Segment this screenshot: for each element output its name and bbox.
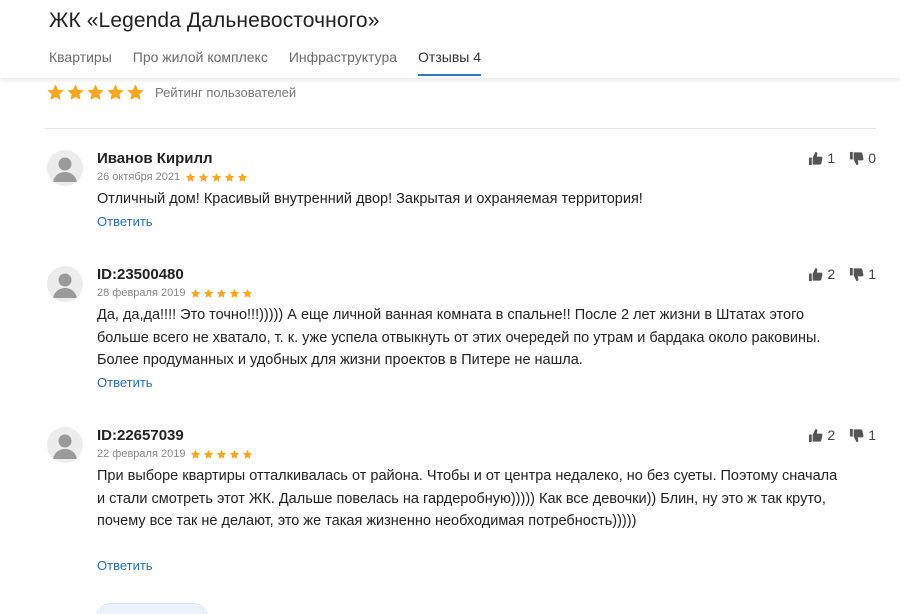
- page-header: ЖК «Legenda Дальневосточного» Квартиры П…: [0, 0, 900, 78]
- review-stars: [185, 172, 248, 183]
- reply-link[interactable]: Ответить: [97, 375, 153, 390]
- star-icon: [66, 83, 85, 102]
- page-title: ЖК «Legenda Дальневосточного»: [49, 9, 380, 32]
- star-icon: [216, 449, 227, 460]
- star-icon: [126, 83, 145, 102]
- review-stars: [190, 288, 253, 299]
- show-more-button[interactable]: [96, 603, 208, 614]
- tab-bar: Квартиры Про жилой комплекс Инфраструкту…: [49, 49, 481, 76]
- review-meta: 26 октября 2021: [97, 171, 248, 183]
- dislike-count: 1: [868, 427, 876, 443]
- review-author: ID:23500480: [97, 266, 184, 283]
- thumbs-down-icon: [849, 428, 864, 443]
- review-author: ID:22657039: [97, 427, 184, 444]
- thumbs-up-icon: [808, 428, 823, 443]
- tab-reviews[interactable]: Отзывы 4: [418, 49, 481, 76]
- like-count: 2: [827, 266, 836, 282]
- tab-apartments[interactable]: Квартиры: [49, 49, 112, 76]
- star-icon: [203, 288, 214, 299]
- review-meta: 22 февраля 2019: [97, 448, 253, 460]
- user-rating: Рейтинг пользователей: [46, 83, 296, 102]
- like-button[interactable]: 2: [808, 427, 835, 443]
- star-icon: [237, 172, 248, 183]
- star-icon: [190, 288, 201, 299]
- reply-link[interactable]: Ответить: [97, 214, 153, 229]
- like-count: 2: [827, 427, 836, 443]
- star-icon: [198, 172, 209, 183]
- rating-stars: [46, 83, 145, 102]
- star-icon: [185, 172, 196, 183]
- review-text: При выборе квартиры отталкивалась от рай…: [97, 468, 838, 529]
- like-count: 1: [827, 150, 836, 166]
- dislike-button[interactable]: 1: [849, 266, 876, 282]
- divider: [45, 128, 876, 129]
- review-meta: 28 февраля 2019: [97, 287, 253, 299]
- like-button[interactable]: 2: [808, 266, 835, 282]
- star-icon: [46, 83, 65, 102]
- review-date: 28 февраля 2019: [97, 287, 186, 299]
- thumbs-down-icon: [849, 267, 864, 282]
- review-text: Отличный дом! Красивый внутренний двор! …: [97, 191, 643, 207]
- star-icon: [203, 449, 214, 460]
- review-stars: [190, 449, 253, 460]
- review-votes: 2 1: [808, 266, 876, 282]
- user-avatar-icon: [47, 427, 83, 463]
- star-icon: [106, 83, 125, 102]
- user-avatar-icon: [47, 150, 83, 186]
- thumbs-up-icon: [808, 151, 823, 166]
- thumbs-down-icon: [849, 151, 864, 166]
- review-author: Иванов Кирилл: [97, 150, 213, 167]
- reply-link[interactable]: Ответить: [97, 558, 153, 573]
- star-icon: [211, 172, 222, 183]
- thumbs-up-icon: [808, 267, 823, 282]
- like-button[interactable]: 1: [808, 150, 835, 166]
- star-icon: [190, 449, 201, 460]
- rating-label: Рейтинг пользователей: [155, 85, 297, 100]
- tab-about-complex[interactable]: Про жилой комплекс: [133, 49, 268, 76]
- star-icon: [229, 449, 240, 460]
- review-votes: 1 0: [808, 150, 876, 166]
- review-date: 22 февраля 2019: [97, 448, 186, 460]
- review-date: 26 октября 2021: [97, 171, 181, 183]
- review-text: Да, да,да!!!! Это точно!!!))))) А еще ли…: [97, 307, 821, 368]
- star-icon: [242, 288, 253, 299]
- dislike-count: 1: [868, 266, 876, 282]
- star-icon: [216, 288, 227, 299]
- dislike-count: 0: [868, 150, 876, 166]
- dislike-button[interactable]: 0: [849, 150, 876, 166]
- tab-infrastructure[interactable]: Инфраструктура: [289, 49, 397, 76]
- star-icon: [242, 449, 253, 460]
- star-icon: [86, 83, 105, 102]
- star-icon: [229, 288, 240, 299]
- dislike-button[interactable]: 1: [849, 427, 876, 443]
- star-icon: [224, 172, 235, 183]
- review-votes: 2 1: [808, 427, 876, 443]
- user-avatar-icon: [47, 266, 83, 302]
